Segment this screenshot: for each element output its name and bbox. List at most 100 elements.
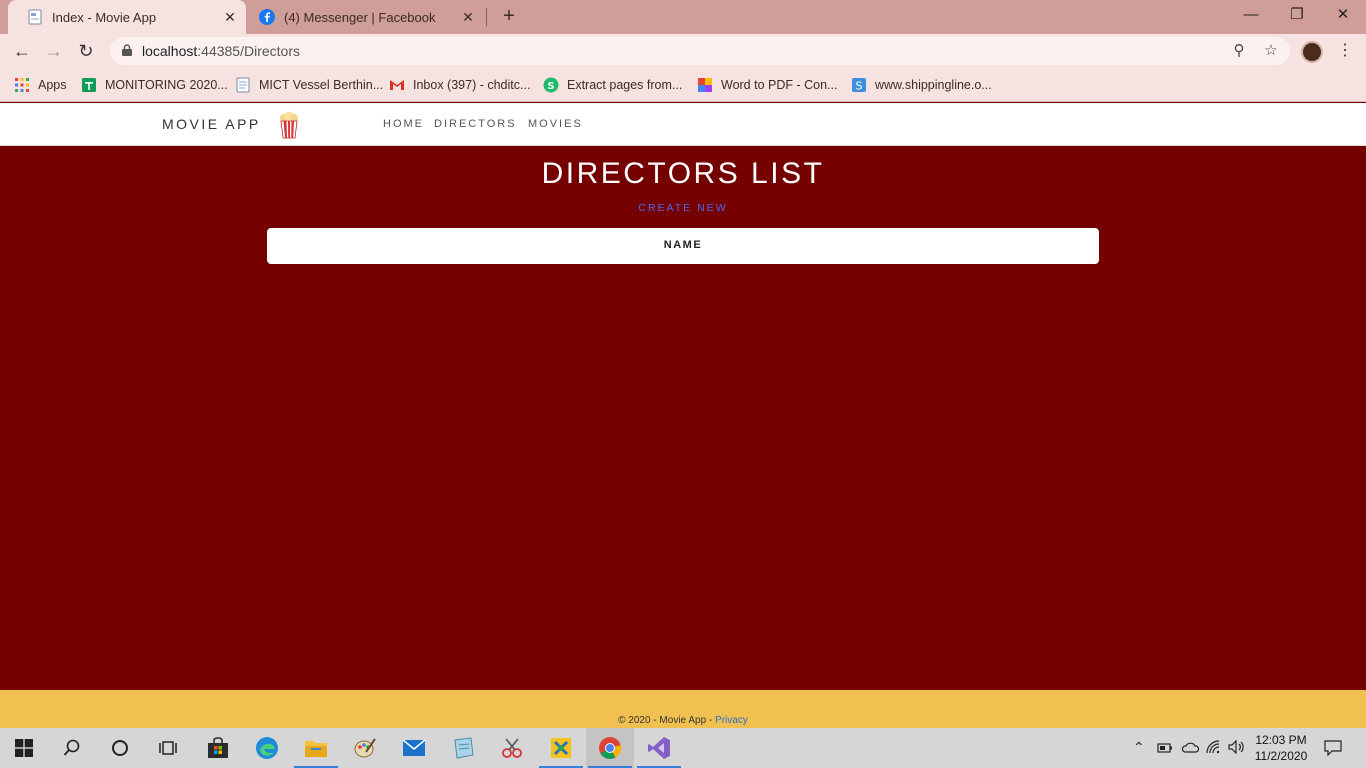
bookmark-label: MONITORING 2020... [105, 78, 228, 92]
svg-text:S: S [856, 80, 863, 93]
site-navbar: MOVIE APP HOME DIRECTORS MOVIES [0, 103, 1366, 146]
bookmarks-bar: Apps MONITORING 2020... MICT Vessel Bert… [0, 68, 1366, 102]
privacy-link[interactable]: Privacy [715, 715, 748, 726]
file-explorer-app[interactable] [292, 728, 340, 768]
browser-tab-bar: Index - Movie App ✕ (4) Messenger | Face… [0, 0, 1366, 34]
bookmark-extract-pages[interactable]: S Extract pages from... [543, 76, 682, 94]
notification-icon[interactable] [1324, 740, 1342, 756]
cortana-button[interactable] [96, 728, 144, 768]
footer-text: © 2020 - Movie App - Privacy [618, 715, 748, 726]
lock-icon [122, 44, 132, 56]
bookmark-monitoring[interactable]: MONITORING 2020... [81, 76, 228, 94]
task-view-icon [159, 741, 177, 755]
edge-app[interactable] [243, 728, 291, 768]
zoom-icon[interactable]: ⚲ [1230, 42, 1248, 60]
s-site-icon: S [852, 78, 866, 93]
bookmark-label: Apps [38, 78, 67, 92]
close-tab-icon[interactable]: ✕ [220, 9, 240, 26]
close-tab-icon[interactable]: ✕ [458, 9, 478, 26]
profile-avatar[interactable] [1301, 41, 1323, 63]
search-icon [63, 739, 80, 756]
visual-studio-app[interactable] [635, 728, 683, 768]
folder-icon [305, 741, 327, 757]
svg-text:S: S [547, 81, 554, 92]
document-icon [236, 77, 250, 93]
star-icon[interactable]: ☆ [1262, 42, 1280, 60]
back-arrow-icon[interactable]: ← [10, 39, 34, 63]
chevron-up-icon[interactable]: ⌃ [1133, 739, 1145, 756]
bookmark-mict-vessel[interactable]: MICT Vessel Berthin... [235, 76, 383, 94]
url-host: localhost [142, 43, 198, 59]
nav-movies[interactable]: MOVIES [528, 118, 583, 130]
store-bag-icon [208, 737, 228, 758]
page-title: DIRECTORS LIST [541, 157, 825, 190]
visual-studio-icon [648, 737, 670, 759]
tab-index-movie-app[interactable]: Index - Movie App ✕ [8, 0, 246, 34]
tools-icon [551, 738, 571, 758]
restore-icon[interactable]: ❐ [1274, 4, 1320, 30]
windows-logo-icon [15, 739, 33, 757]
tab-title: Index - Movie App [52, 9, 157, 25]
url-path: :44385/Directors [197, 43, 300, 59]
smallpdf-icon: S [543, 77, 559, 93]
page-icon [28, 9, 42, 25]
tab-title: (4) Messenger | Facebook [284, 9, 436, 25]
bookmark-apps[interactable]: Apps [14, 76, 67, 94]
volume-icon[interactable] [1228, 740, 1246, 754]
minimize-icon[interactable]: — [1228, 4, 1274, 30]
chrome-app[interactable] [586, 728, 634, 768]
mail-app[interactable] [390, 728, 438, 768]
task-view-button[interactable] [144, 728, 192, 768]
brand-link[interactable]: MOVIE APP [162, 116, 261, 132]
forward-arrow-icon[interactable]: → [42, 39, 66, 63]
bookmark-label: Word to PDF - Con... [721, 78, 838, 92]
footer-copyright: © 2020 - Movie App - [618, 715, 716, 726]
clock-time: 12:03 PM [1255, 733, 1307, 747]
url-text: localhost:44385/Directors [142, 43, 300, 59]
store-app[interactable] [194, 728, 242, 768]
notes-app[interactable] [439, 728, 487, 768]
clock-date: 11/2/2020 [1254, 749, 1308, 763]
scissors-icon [502, 738, 522, 758]
chrome-icon [599, 737, 622, 759]
battery-icon[interactable] [1157, 742, 1173, 754]
sheets-icon [82, 78, 96, 92]
tab-separator [486, 8, 487, 26]
xampp-app[interactable] [537, 728, 585, 768]
system-clock[interactable]: 12:03 PM 11/2/2020 [1250, 732, 1312, 764]
windows-taskbar: ⌃ 12:03 PM 11/2/2020 [0, 728, 1366, 768]
bookmark-label: Extract pages from... [567, 78, 683, 92]
create-new-link[interactable]: CREATE NEW [0, 202, 1366, 214]
colorful-grid-icon [698, 78, 712, 92]
mail-icon [402, 739, 426, 756]
notepad-icon [454, 737, 474, 759]
wifi-icon[interactable] [1206, 740, 1222, 754]
bookmark-label: MICT Vessel Berthin... [259, 78, 384, 92]
tab-messenger[interactable]: (4) Messenger | Facebook ✕ [246, 0, 484, 34]
edge-icon [256, 737, 278, 759]
snipping-tool-app[interactable] [488, 728, 536, 768]
bookmark-inbox[interactable]: Inbox (397) - chditc... [389, 76, 530, 94]
facebook-icon [259, 9, 275, 25]
bookmark-word-to-pdf[interactable]: Word to PDF - Con... [697, 76, 837, 94]
search-button[interactable] [48, 728, 96, 768]
popcorn-icon [280, 111, 298, 139]
address-bar[interactable]: localhost:44385/Directors ⚲ ☆ [110, 37, 1290, 65]
close-window-icon[interactable]: ✕ [1320, 4, 1366, 30]
nav-directors[interactable]: DIRECTORS [434, 118, 517, 130]
onedrive-icon[interactable] [1181, 741, 1199, 753]
palette-icon [354, 738, 376, 758]
reload-icon[interactable]: ↻ [74, 39, 98, 63]
bookmark-shippingline[interactable]: S www.shippingline.o... [851, 76, 992, 94]
cortana-circle-icon [112, 740, 128, 756]
gmail-icon [390, 80, 404, 90]
menu-dots-icon[interactable]: ⋮ [1336, 40, 1354, 62]
apps-grid-icon [15, 78, 29, 92]
new-tab-icon[interactable]: + [498, 6, 520, 28]
paint-app[interactable] [341, 728, 389, 768]
nav-home[interactable]: HOME [383, 118, 424, 130]
browser-toolbar: ← → ↻ localhost:44385/Directors ⚲ ☆ ⋮ [0, 34, 1366, 68]
start-button[interactable] [0, 728, 48, 768]
site-footer: © 2020 - Movie App - Privacy [0, 690, 1366, 728]
directors-table-header: NAME [267, 228, 1099, 264]
